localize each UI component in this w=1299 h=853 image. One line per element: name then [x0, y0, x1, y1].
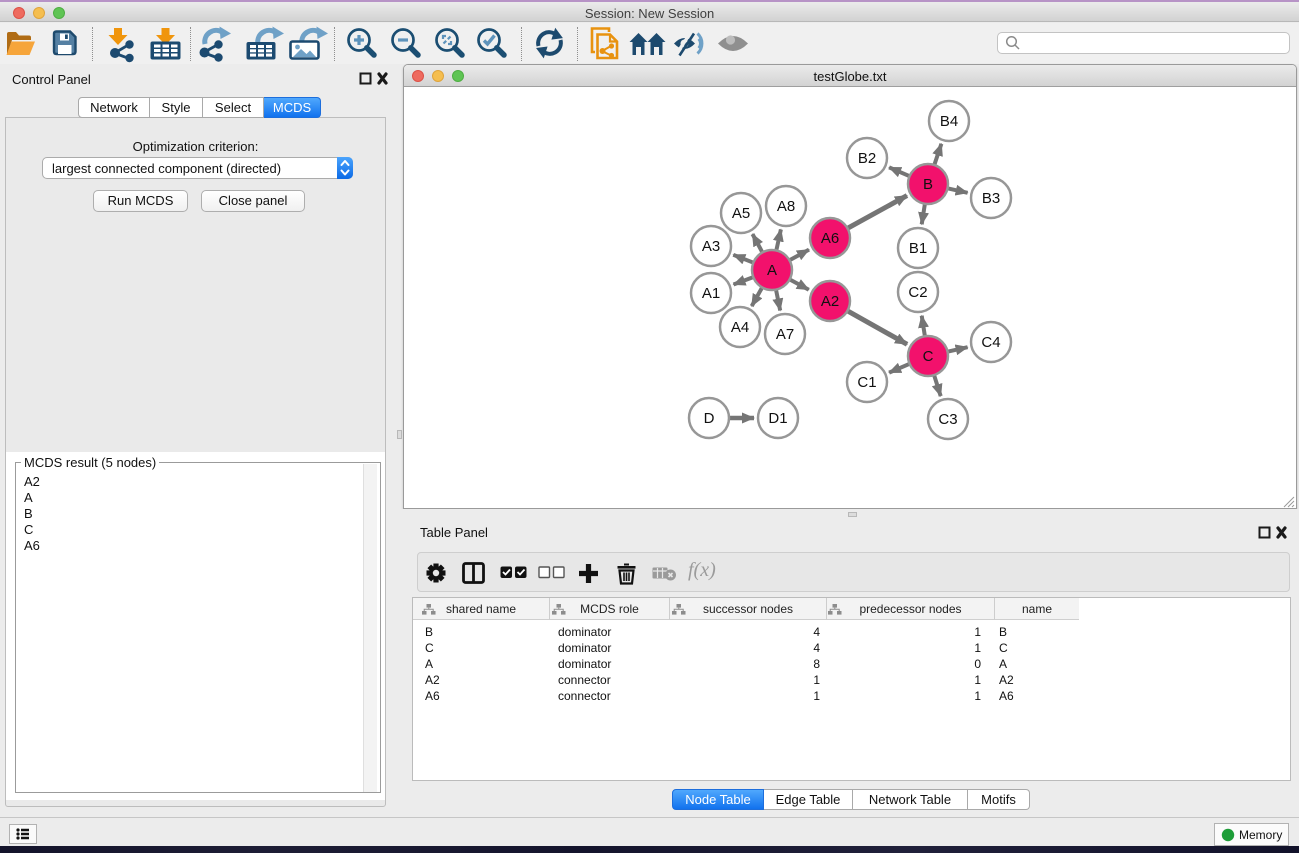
svg-text:C2: C2 — [908, 284, 927, 301]
svg-text:B2: B2 — [858, 150, 876, 167]
svg-text:B1: B1 — [909, 240, 927, 257]
svg-text:A: A — [767, 262, 777, 279]
svg-text:D1: D1 — [768, 410, 787, 427]
svg-text:C3: C3 — [938, 411, 957, 428]
svg-text:A3: A3 — [702, 238, 720, 255]
svg-text:A1: A1 — [702, 285, 720, 302]
svg-text:A7: A7 — [776, 326, 794, 343]
svg-text:D: D — [704, 410, 715, 427]
svg-text:C4: C4 — [981, 334, 1000, 351]
svg-text:B: B — [923, 176, 933, 193]
svg-text:B4: B4 — [940, 113, 958, 130]
svg-text:A6: A6 — [821, 230, 839, 247]
svg-text:A5: A5 — [732, 205, 750, 222]
svg-text:B3: B3 — [982, 190, 1000, 207]
svg-text:C1: C1 — [857, 374, 876, 391]
svg-text:A4: A4 — [731, 319, 749, 336]
svg-text:A2: A2 — [821, 293, 839, 310]
svg-text:A8: A8 — [777, 198, 795, 215]
svg-text:C: C — [923, 348, 934, 365]
